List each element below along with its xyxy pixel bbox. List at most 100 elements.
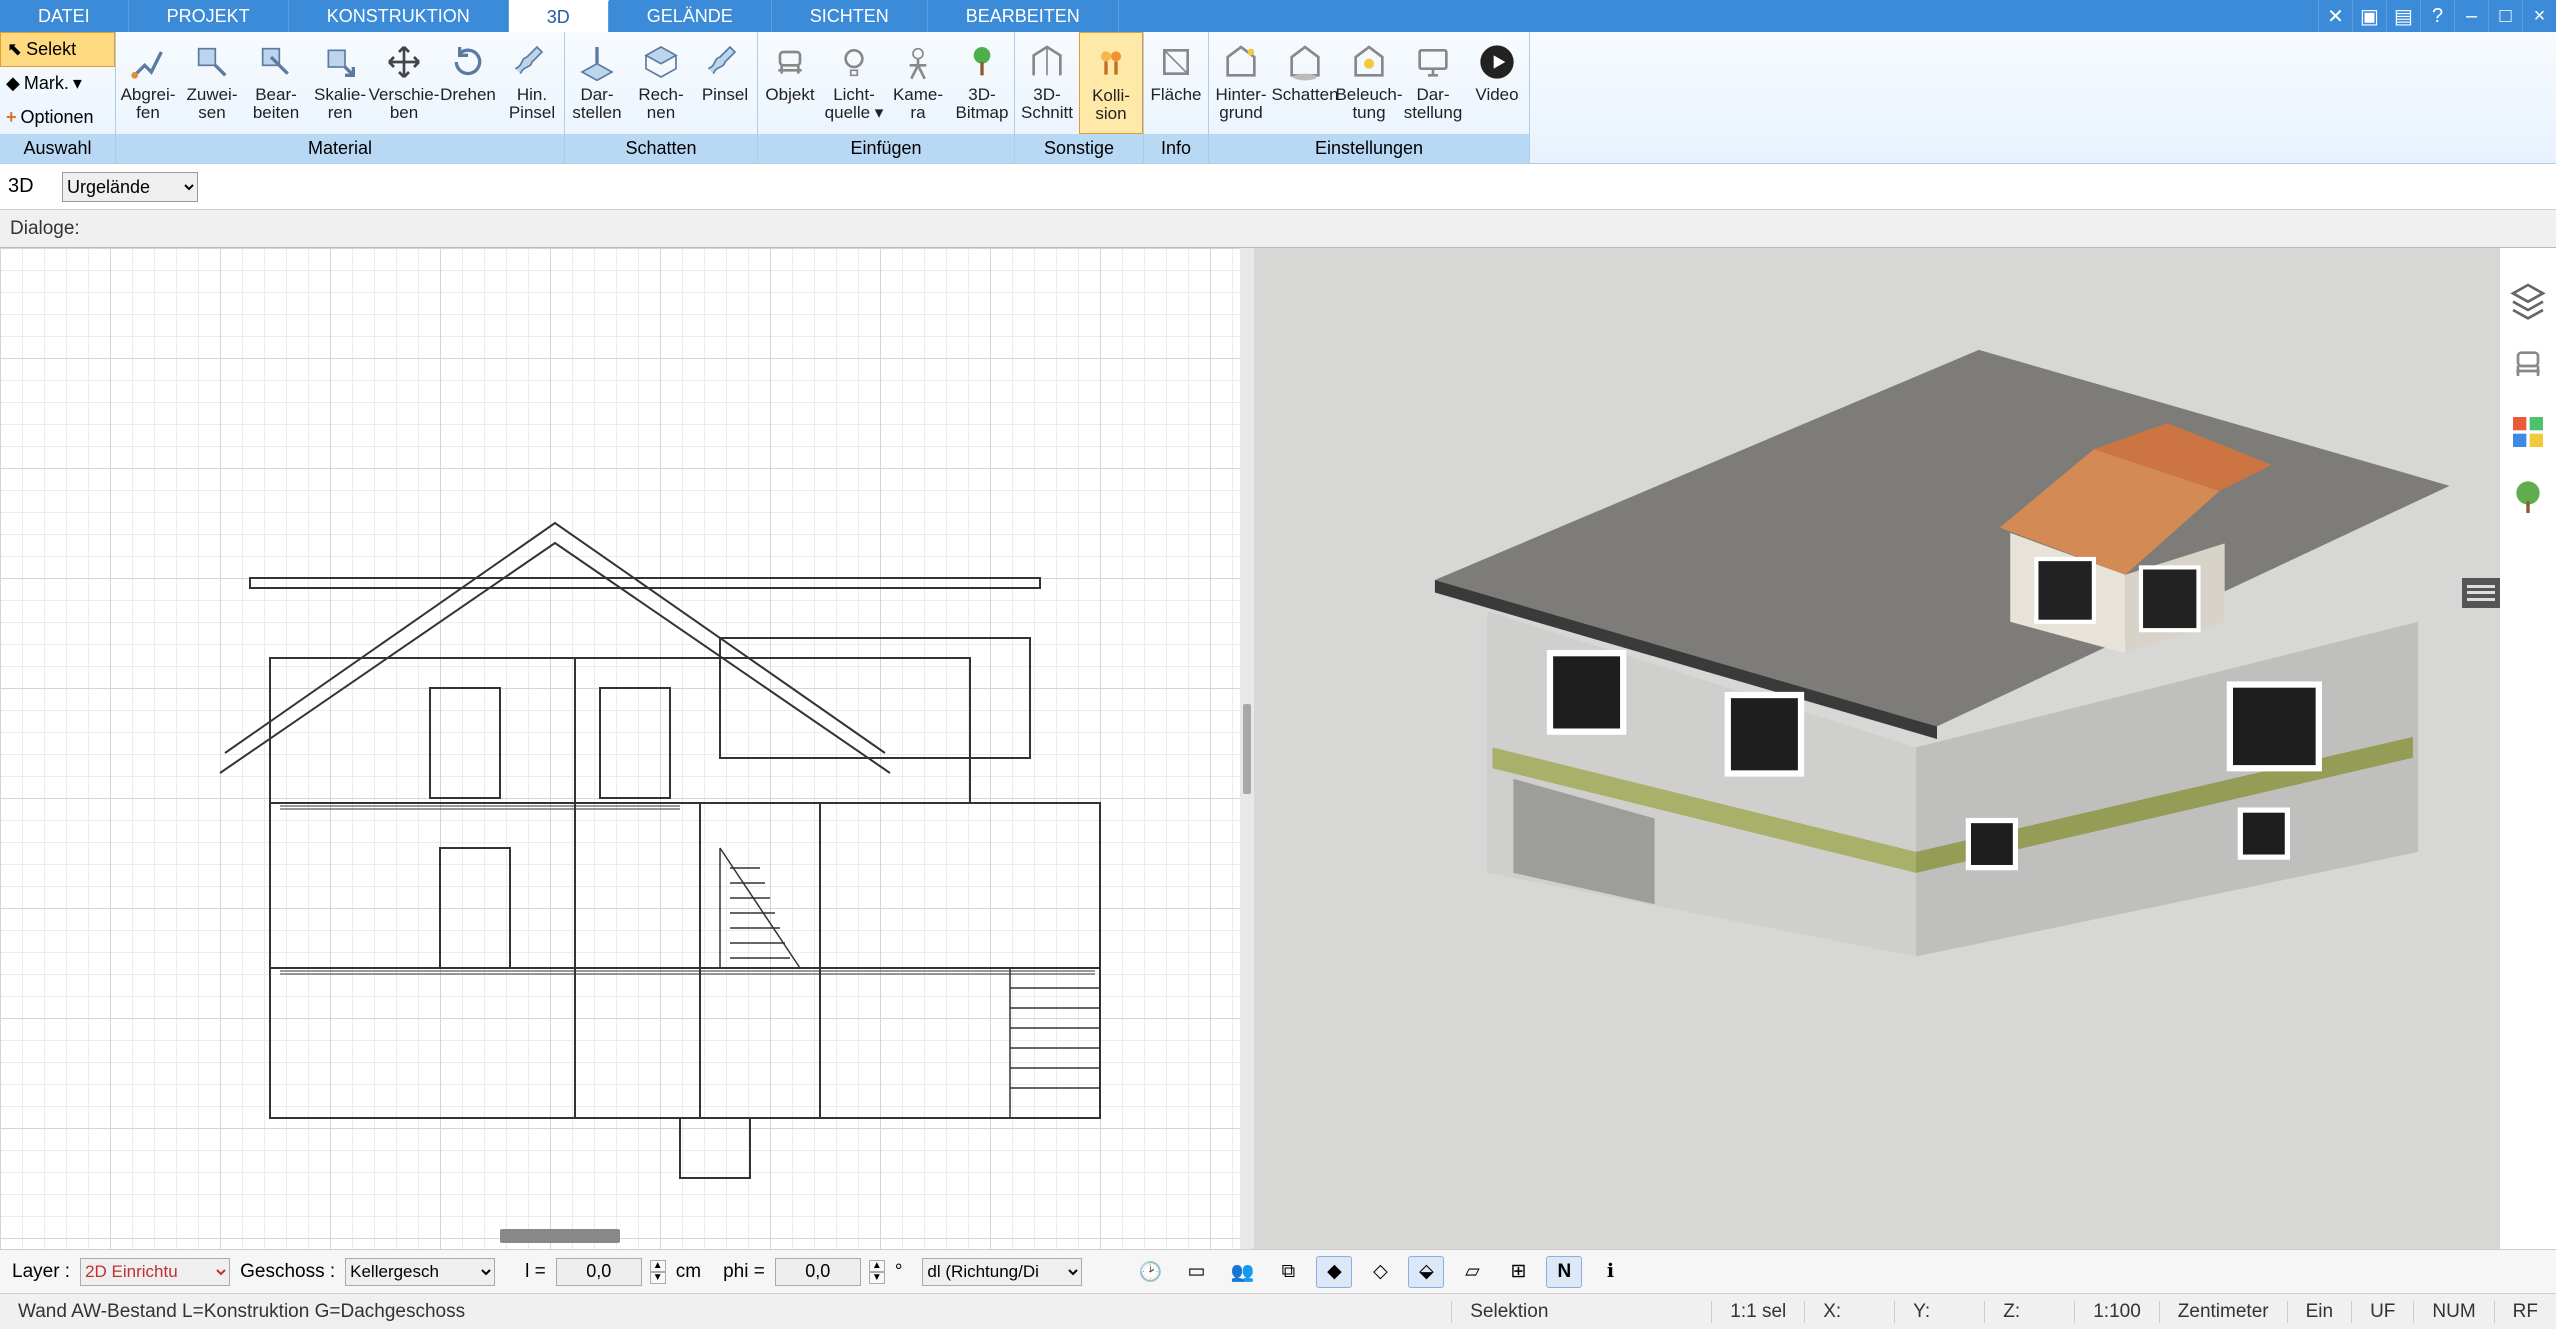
rechnen-icon <box>639 40 683 84</box>
beleuchtung-button[interactable]: Beleuch-tung <box>1337 32 1401 134</box>
view-mode-label: 3D <box>8 175 52 198</box>
clock-icon[interactable]: 🕑 <box>1132 1256 1168 1288</box>
film-icon[interactable]: ▭ <box>1178 1256 1214 1288</box>
grid-icon[interactable]: ⊞ <box>1500 1256 1536 1288</box>
optionen-button[interactable]: + Optionen <box>0 101 115 134</box>
snap-segment-icon[interactable]: ◇ <box>1362 1256 1398 1288</box>
lichtquelle-icon <box>832 40 876 84</box>
status-rf: RF <box>2494 1301 2556 1323</box>
tab-projekt[interactable]: PROJEKT <box>129 0 289 32</box>
schatten2-button[interactable]: Schatten <box>1273 32 1337 134</box>
phi-label: phi = <box>723 1261 765 1283</box>
info-icon[interactable]: ℹ <box>1592 1256 1628 1288</box>
titlebar-tool1-icon[interactable]: ✕ <box>2318 0 2352 32</box>
hinpinsel-button[interactable]: Hin.Pinsel <box>500 32 564 134</box>
titlebar-help-icon[interactable]: ? <box>2420 0 2454 32</box>
hintergrund-button[interactable]: Hinter-grund <box>1209 32 1273 134</box>
status-uf: UF <box>2351 1301 2413 1323</box>
drehen-icon <box>446 40 490 84</box>
3dschnitt-button[interactable]: 3D-Schnitt <box>1015 32 1079 134</box>
layers-icon[interactable] <box>2508 280 2548 320</box>
2d-section-drawing <box>0 248 1240 1249</box>
skalieren-button[interactable]: Skalie-ren <box>308 32 372 134</box>
layer-label: Layer : <box>12 1261 70 1283</box>
tab-gelaende[interactable]: GELÄNDE <box>609 0 772 32</box>
l-spinner[interactable]: ▲▼ <box>650 1260 666 1284</box>
pinsel-button[interactable]: Pinsel <box>693 32 757 134</box>
abgreifen-button[interactable]: Abgrei-fen <box>116 32 180 134</box>
darstellung-button[interactable]: Dar-stellung <box>1401 32 1465 134</box>
status-y: Y: <box>1894 1301 1984 1323</box>
layer-select[interactable]: 2D Einrichtu <box>80 1258 230 1286</box>
palette-icon[interactable] <box>2508 412 2548 452</box>
ribbon-group-einfuegen: ObjektLicht-quelle ▾Kame-ra3D-BitmapEinf… <box>758 32 1015 163</box>
dropdown-caret-icon: ▾ <box>73 73 82 94</box>
titlebar-tool3-icon[interactable]: ▤ <box>2386 0 2420 32</box>
ribbon-group-einstellungen: Hinter-grundSchattenBeleuch-tungDar-stel… <box>1209 32 1530 163</box>
geschoss-select[interactable]: Kellergesch <box>345 1258 495 1286</box>
side-drawer-toggle[interactable] <box>2462 578 2500 608</box>
objekt-button[interactable]: Objekt <box>758 32 822 134</box>
tab-bearbeiten[interactable]: BEARBEITEN <box>928 0 1119 32</box>
terrain-select[interactable]: Urgelände <box>62 172 198 202</box>
ribbon-group-schatten-label: Schatten <box>565 134 757 163</box>
verschieben-icon <box>382 40 426 84</box>
flaeche-icon <box>1154 40 1198 84</box>
kollision-label: Kolli-sion <box>1092 87 1130 123</box>
2d-section-viewport[interactable] <box>0 248 1240 1249</box>
close-icon[interactable]: × <box>2522 0 2556 32</box>
chair-icon[interactable] <box>2508 346 2548 386</box>
ribbon-group-einfuegen-label: Einfügen <box>758 134 1014 163</box>
hintergrund-label: Hinter-grund <box>1215 86 1266 122</box>
rechnen-button[interactable]: Rech-nen <box>629 32 693 134</box>
minimize-icon[interactable]: – <box>2454 0 2488 32</box>
n-toggle-icon[interactable]: N <box>1546 1256 1582 1288</box>
right-side-toolbar <box>2500 248 2556 1249</box>
3dbitmap-icon <box>960 40 1004 84</box>
kollision-button[interactable]: Kolli-sion <box>1079 32 1143 134</box>
people-icon[interactable]: 👥 <box>1224 1256 1260 1288</box>
l-label: l = <box>525 1261 546 1283</box>
darstellen-button[interactable]: Dar-stellen <box>565 32 629 134</box>
viewport-splitter[interactable] <box>1240 248 1254 1249</box>
rechnen-label: Rech-nen <box>638 86 683 122</box>
snap-point-icon[interactable]: ◆ <box>1316 1256 1352 1288</box>
flaeche-label: Fläche <box>1150 86 1201 104</box>
drehen-button[interactable]: Drehen <box>436 32 500 134</box>
mode-select[interactable]: dl (Richtung/Di <box>922 1258 1082 1286</box>
mark-button[interactable]: ◆ Mark. ▾ <box>0 67 115 100</box>
ribbon-toolbar: ⬉ Selekt ◆ Mark. ▾ + Optionen Auswahl Ab… <box>0 32 2556 164</box>
tab-sichten[interactable]: SICHTEN <box>772 0 928 32</box>
l-input[interactable] <box>556 1258 642 1286</box>
tree-icon[interactable] <box>2508 478 2548 518</box>
tab-3d[interactable]: 3D <box>509 0 609 32</box>
flaeche-button[interactable]: Fläche <box>1144 32 1208 134</box>
tab-konstruktion[interactable]: KONSTRUKTION <box>289 0 509 32</box>
hinpinsel-label: Hin.Pinsel <box>509 86 555 122</box>
horizontal-scrollbar[interactable] <box>500 1229 620 1243</box>
3dbitmap-button[interactable]: 3D-Bitmap <box>950 32 1014 134</box>
3d-house-render <box>1414 308 2460 977</box>
titlebar-tool2-icon[interactable]: ▣ <box>2352 0 2386 32</box>
status-selektion: Selektion <box>1451 1301 1711 1323</box>
selekt-button[interactable]: ⬉ Selekt <box>0 32 115 67</box>
verschieben-label: Verschie-ben <box>369 86 440 122</box>
phi-input[interactable] <box>775 1258 861 1286</box>
bearbeiten-button[interactable]: Bear-beiten <box>244 32 308 134</box>
maximize-icon[interactable]: □ <box>2488 0 2522 32</box>
hinpinsel-icon <box>510 40 554 84</box>
kamera-icon <box>896 40 940 84</box>
verschieben-button[interactable]: Verschie-ben <box>372 32 436 134</box>
kamera-button[interactable]: Kame-ra <box>886 32 950 134</box>
zuweisen-button[interactable]: Zuwei-sen <box>180 32 244 134</box>
lichtquelle-button[interactable]: Licht-quelle ▾ <box>822 32 886 134</box>
phi-spinner[interactable]: ▲▼ <box>869 1260 885 1284</box>
status-num: NUM <box>2413 1301 2493 1323</box>
video-button[interactable]: Video <box>1465 32 1529 134</box>
3d-render-viewport[interactable] <box>1254 248 2500 1249</box>
tab-datei[interactable]: DATEI <box>0 0 129 32</box>
bottom-toolbar: Layer : 2D Einrichtu Geschoss : Kellerge… <box>0 1249 2556 1293</box>
duplicate-icon[interactable]: ⧉ <box>1270 1256 1306 1288</box>
snap-face-icon[interactable]: ▱ <box>1454 1256 1490 1288</box>
snap-line-icon[interactable]: ⬙ <box>1408 1256 1444 1288</box>
